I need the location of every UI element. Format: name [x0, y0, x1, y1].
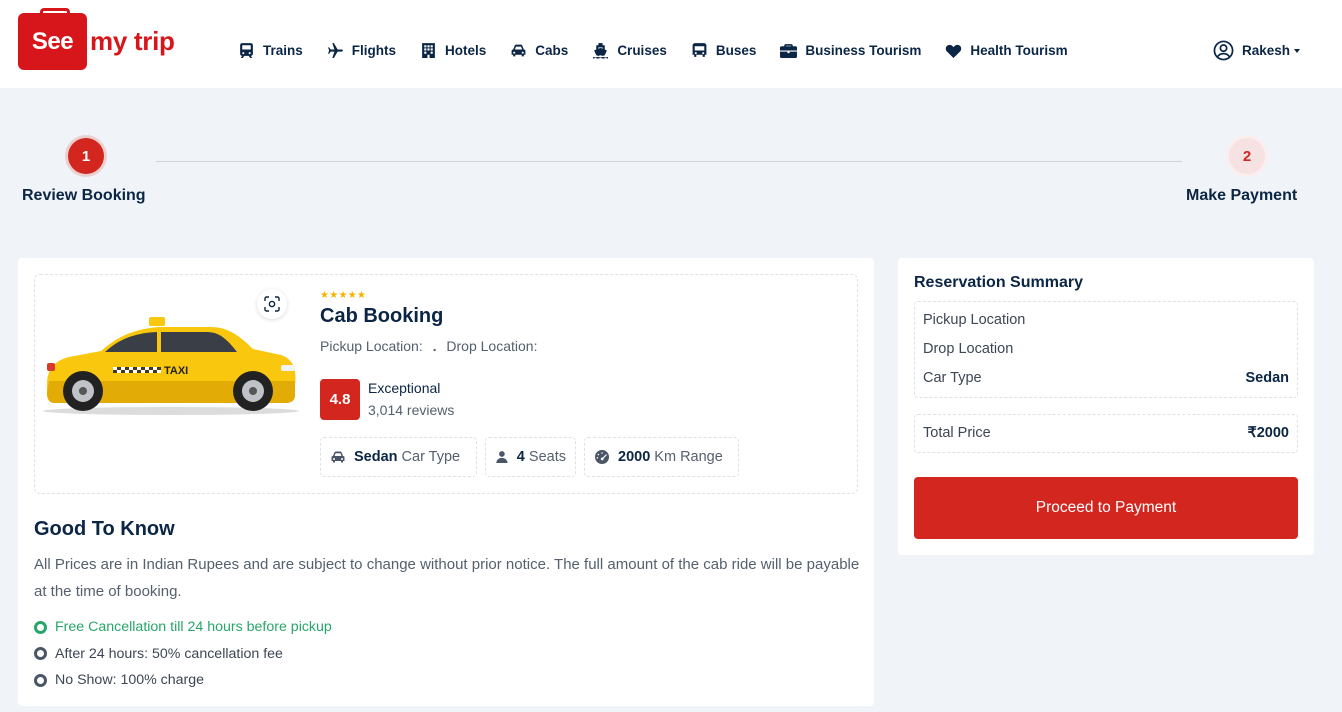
summary-row-car-type: Car Type Sedan — [923, 370, 1289, 386]
user-name: Rakesh — [1242, 43, 1291, 58]
nav-label: Cruises — [617, 42, 667, 58]
step-1-label: Review Booking — [22, 187, 146, 204]
bullet-icon — [34, 647, 47, 661]
nav-flights[interactable]: Flights — [327, 40, 396, 60]
total-label: Total Price — [923, 425, 991, 441]
bullet-icon — [34, 673, 47, 687]
car-icon — [511, 44, 526, 56]
location-line: Pickup Location: . Drop Location: — [320, 338, 537, 354]
policy-list: Free Cancellation till 24 hours before p… — [34, 614, 332, 694]
nav-cruises[interactable]: Cruises — [592, 40, 667, 60]
policy-item: Free Cancellation till 24 hours before p… — [34, 614, 332, 641]
summary-title: Reservation Summary — [914, 274, 1083, 291]
svg-text:TAXI: TAXI — [164, 365, 188, 377]
cab-title: Cab Booking — [320, 305, 444, 327]
rating-badge: 4.8 — [320, 379, 360, 420]
logo-badge: See — [18, 8, 87, 70]
briefcase-icon — [780, 43, 798, 58]
nav-label: Trains — [263, 42, 303, 58]
proceed-to-payment-button[interactable]: Proceed to Payment — [914, 477, 1298, 539]
ship-icon — [593, 42, 609, 59]
booking-card: TAXI ★★★★★ Cab Booking Pickup Location: … — [18, 258, 874, 706]
policy-label: After 24 hours: 50% cancellation fee — [55, 645, 283, 662]
hotel-icon — [422, 42, 435, 58]
feature-unit: Km Range — [654, 449, 723, 465]
review-count: 3,014 reviews — [368, 402, 455, 418]
policy-item: No Show: 100% charge — [34, 667, 332, 694]
total-row: Total Price ₹2000 — [923, 425, 1289, 441]
star-rating: ★★★★★ — [320, 290, 367, 301]
nav-label: Flights — [351, 42, 397, 58]
gauge-icon — [595, 450, 609, 464]
summary-label: Pickup Location — [923, 312, 1026, 328]
main-nav: Trains Flights Hotels Cabs Cruises Buses… — [238, 40, 1092, 60]
nav-label: Cabs — [535, 42, 569, 58]
feature-value: Sedan — [354, 449, 398, 465]
nav-trains[interactable]: Trains — [238, 40, 303, 60]
cab-details: TAXI ★★★★★ Cab Booking Pickup Location: … — [34, 274, 858, 494]
plane-icon — [327, 42, 343, 58]
feature-value: 2000 — [618, 449, 651, 465]
feature-range: 2000 Km Range — [584, 437, 739, 477]
feature-seats: 4 Seats — [485, 437, 576, 477]
stepper-line — [156, 161, 1182, 162]
heart-pulse-icon — [946, 44, 962, 58]
taxi-image: TAXI — [43, 317, 299, 415]
policy-item: After 24 hours: 50% cancellation fee — [34, 641, 332, 668]
step-1-circle: 1 — [68, 138, 104, 174]
drop-label: Drop Location: — [446, 338, 538, 354]
feature-unit: Car Type — [401, 449, 461, 465]
nav-label: Health Tourism — [970, 42, 1068, 58]
nav-label: Hotels — [445, 42, 487, 58]
policy-label: Free Cancellation till 24 hours before p… — [55, 619, 332, 636]
nav-health-tourism[interactable]: Health Tourism — [945, 40, 1068, 60]
bus-icon — [692, 42, 707, 57]
summary-details: Pickup Location Drop Location Car Type S… — [914, 301, 1298, 398]
feature-unit: Seats — [528, 449, 566, 465]
good-to-know-text: All Prices are in Indian Rupees and are … — [34, 556, 860, 600]
step-2-label: Make Payment — [1186, 187, 1298, 204]
summary-row-drop: Drop Location — [923, 341, 1289, 357]
reservation-summary: Reservation Summary Pickup Location Drop… — [898, 258, 1314, 555]
policy-label: No Show: 100% charge — [55, 672, 205, 689]
feature-car-type: Sedan Car Type — [320, 437, 477, 477]
pickup-label: Pickup Location: — [320, 338, 423, 354]
brand-logo[interactable]: See my trip — [18, 8, 200, 70]
summary-row-pickup: Pickup Location — [923, 312, 1289, 328]
nav-label: Buses — [715, 42, 757, 58]
summary-label: Drop Location — [923, 341, 1014, 357]
train-icon — [240, 42, 253, 58]
total-price-box: Total Price ₹2000 — [914, 414, 1298, 453]
location-separator: . — [432, 338, 437, 354]
user-menu[interactable]: Rakesh — [1213, 40, 1301, 61]
bullet-icon — [34, 620, 47, 634]
summary-label: Car Type — [923, 370, 982, 386]
total-value: ₹2000 — [1247, 425, 1289, 441]
step-2-circle: 2 — [1229, 138, 1265, 174]
logo-text: my trip — [90, 26, 175, 56]
nav-label: Business Tourism — [805, 42, 922, 58]
scan-icon — [264, 296, 280, 312]
good-to-know-title: Good To Know — [34, 518, 175, 540]
rating-word: Exceptional — [368, 380, 441, 396]
nav-business-tourism[interactable]: Business Tourism — [780, 40, 921, 60]
user-circle-icon — [1213, 40, 1234, 61]
summary-value: Sedan — [1245, 370, 1289, 386]
car-icon — [331, 451, 345, 463]
nav-hotels[interactable]: Hotels — [420, 40, 486, 60]
view-360-button[interactable] — [257, 289, 287, 319]
chevron-down-icon — [1294, 48, 1301, 53]
feature-value: 4 — [516, 449, 525, 465]
top-header: See my trip Trains Flights Hotels Cabs C… — [0, 0, 1342, 88]
nav-buses[interactable]: Buses — [691, 40, 757, 60]
nav-cabs[interactable]: Cabs — [510, 40, 568, 60]
user-icon — [496, 451, 508, 464]
